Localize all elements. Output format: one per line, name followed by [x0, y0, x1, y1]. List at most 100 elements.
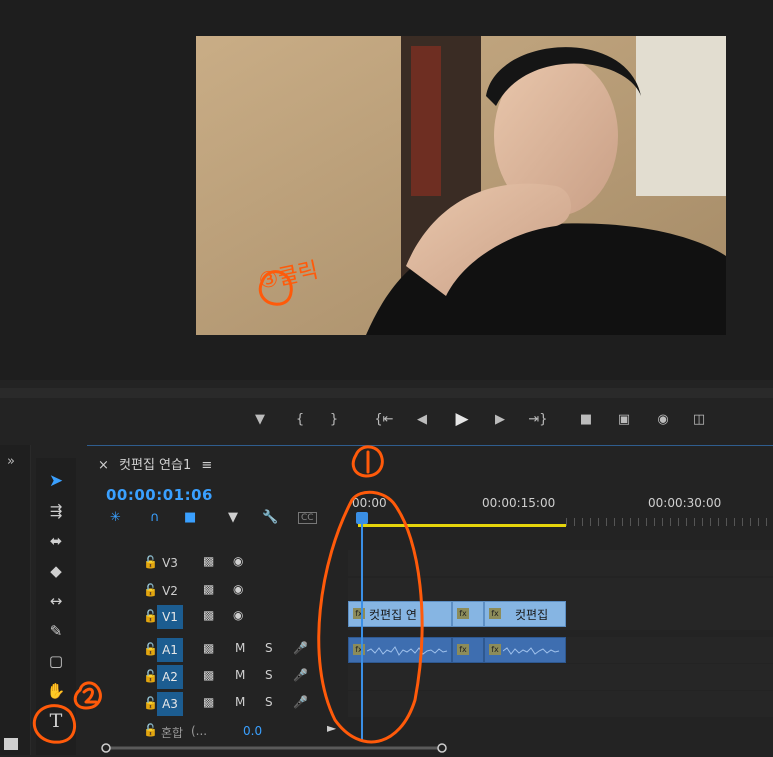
transport-controls: ▼ { } {⇤ ◀ ▶ ▶ ⇥} ■ ▣ ◉ ◫ — [240, 405, 740, 435]
source-patch-icon[interactable]: ▩ — [203, 695, 214, 709]
sequence-tab[interactable]: × 컷편집 연습1 ≡ — [98, 454, 212, 473]
selection-tool-icon[interactable]: ➤ — [42, 468, 70, 494]
track-header-v2: 🔓 V2 ▩ ◉ — [87, 578, 349, 604]
track-label[interactable]: A2 — [157, 665, 183, 689]
film-icon[interactable]: ▩ — [203, 554, 214, 568]
audio-clip[interactable]: fx — [452, 637, 484, 663]
expand-panel-button[interactable]: » — [7, 454, 15, 469]
lock-icon[interactable]: 🔓 — [143, 696, 158, 710]
fx-badge: fx — [457, 608, 469, 619]
lock-icon[interactable]: 🔓 — [143, 669, 158, 683]
hand-tool-icon[interactable]: ✋ — [42, 678, 70, 704]
track-header-v1: 🔓 V1 ▩ ◉ — [87, 604, 349, 630]
captions-icon[interactable]: CC — [298, 512, 317, 524]
track-lane-a3[interactable] — [348, 691, 773, 717]
fx-badge: fx — [353, 608, 365, 619]
track-label[interactable]: A1 — [157, 638, 183, 662]
track-header-a3: 🔓 A3 ▩ M S 🎤 — [87, 691, 349, 717]
mark-out-icon[interactable]: } — [326, 405, 342, 433]
mute-button[interactable]: M — [235, 668, 245, 682]
clip-label: 컷편집 — [515, 608, 549, 622]
marker-icon[interactable]: ▼ — [228, 510, 238, 525]
mark-in-icon[interactable]: { — [292, 405, 308, 433]
pen-tool-icon[interactable]: ✎ — [42, 618, 70, 644]
video-clip[interactable]: fx 컷편집 연 — [348, 601, 452, 627]
fx-badge: fx — [489, 644, 501, 655]
lock-icon[interactable]: 🔓 — [143, 555, 158, 569]
audio-clip[interactable]: fx — [484, 637, 566, 663]
folder-icon[interactable] — [4, 738, 18, 750]
step-forward-icon[interactable]: ▶ — [490, 405, 510, 433]
eye-icon[interactable]: ◉ — [233, 608, 243, 622]
source-patch-icon[interactable]: ▩ — [203, 668, 214, 682]
lock-icon[interactable]: 🔓 — [143, 642, 158, 656]
track-label[interactable]: V2 — [157, 579, 183, 603]
microphone-icon[interactable]: 🎤 — [293, 695, 308, 709]
audio-waveform — [503, 647, 560, 655]
audio-waveform — [367, 646, 448, 656]
eye-icon[interactable]: ◉ — [233, 582, 243, 596]
rectangle-tool-icon[interactable]: ▢ — [42, 648, 70, 674]
lock-icon[interactable]: 🔓 — [143, 723, 158, 737]
track-label[interactable]: V1 — [157, 605, 183, 629]
go-to-in-icon[interactable]: {⇤ — [372, 405, 396, 433]
lift-icon[interactable]: ■ — [574, 405, 598, 433]
solo-button[interactable]: S — [265, 668, 273, 682]
fx-badge: fx — [489, 608, 501, 619]
tools-panel: ➤ ⇶ ⬌ ◆ ↔ ✎ ▢ ✋ T — [36, 458, 76, 755]
wrench-icon[interactable]: 🔧 — [262, 510, 278, 525]
ruler-label: 00:00:15:00 — [482, 496, 556, 510]
slip-tool-icon[interactable]: ↔ — [42, 588, 70, 614]
fx-badge: fx — [353, 644, 365, 655]
track-label[interactable]: V3 — [157, 551, 183, 575]
lock-icon[interactable]: 🔓 — [143, 609, 158, 623]
source-patch-icon[interactable]: ▩ — [203, 641, 214, 655]
playhead-timecode[interactable]: 00:00:01:06 — [106, 486, 213, 504]
microphone-icon[interactable]: 🎤 — [293, 668, 308, 682]
link-icon[interactable]: ∩ — [150, 510, 160, 525]
track-select-tool-icon[interactable]: ⇶ — [42, 498, 70, 524]
monitor-scrub-bar[interactable] — [0, 388, 773, 398]
step-back-icon[interactable]: ◀ — [412, 405, 432, 433]
mute-button[interactable]: M — [235, 695, 245, 709]
extract-icon[interactable]: ▣ — [612, 405, 636, 433]
playhead[interactable] — [361, 512, 363, 742]
go-to-end-icon[interactable]: ► — [327, 721, 336, 735]
work-area-bar[interactable] — [358, 524, 566, 527]
film-icon[interactable]: ▩ — [203, 582, 214, 596]
snap-icon[interactable]: ✳ — [110, 510, 121, 525]
type-tool-icon[interactable]: T — [42, 708, 70, 734]
ripple-edit-tool-icon[interactable]: ⬌ — [42, 528, 70, 554]
microphone-icon[interactable]: 🎤 — [293, 641, 308, 655]
marker-icon[interactable]: ▼ — [250, 405, 270, 433]
close-icon[interactable]: × — [98, 458, 109, 473]
track-lane-a2[interactable] — [348, 664, 773, 690]
mix-volume-value[interactable]: 0.0 — [243, 724, 262, 738]
film-icon[interactable]: ▩ — [203, 608, 214, 622]
timeline-horizontal-scrollbar[interactable] — [100, 738, 448, 753]
mix-label-suffix: (... — [191, 724, 208, 738]
lock-icon[interactable]: 🔓 — [143, 583, 158, 597]
eye-icon[interactable]: ◉ — [233, 554, 243, 568]
button-editor-icon[interactable]: ◫ — [688, 405, 710, 433]
video-clip[interactable]: fx 컷편집 — [484, 601, 566, 627]
track-header-a1: 🔓 A1 ▩ M S 🎤 — [87, 637, 349, 663]
video-clip[interactable]: fx — [452, 601, 484, 627]
mute-button[interactable]: M — [235, 641, 245, 655]
razor-tool-icon[interactable]: ◆ — [42, 558, 70, 584]
panel-menu-icon[interactable]: ≡ — [201, 458, 212, 473]
track-label[interactable]: A3 — [157, 692, 183, 716]
clip-label: 컷편집 연 — [369, 608, 417, 622]
go-to-out-icon[interactable]: ⇥} — [526, 405, 550, 433]
video-preview[interactable]: ③클릭 — [196, 36, 726, 335]
fx-badge: fx — [457, 644, 469, 655]
play-icon[interactable]: ▶ — [450, 405, 474, 433]
export-frame-icon[interactable]: ◉ — [652, 405, 674, 433]
track-lane-v3[interactable] — [348, 550, 773, 576]
sequence-name: 컷편집 연습1 — [119, 458, 192, 473]
solo-button[interactable]: S — [265, 695, 273, 709]
solo-button[interactable]: S — [265, 641, 273, 655]
add-marker-icon[interactable]: ■ — [184, 510, 196, 525]
playhead-handle[interactable] — [356, 512, 368, 524]
audio-clip[interactable]: fx — [348, 637, 452, 663]
